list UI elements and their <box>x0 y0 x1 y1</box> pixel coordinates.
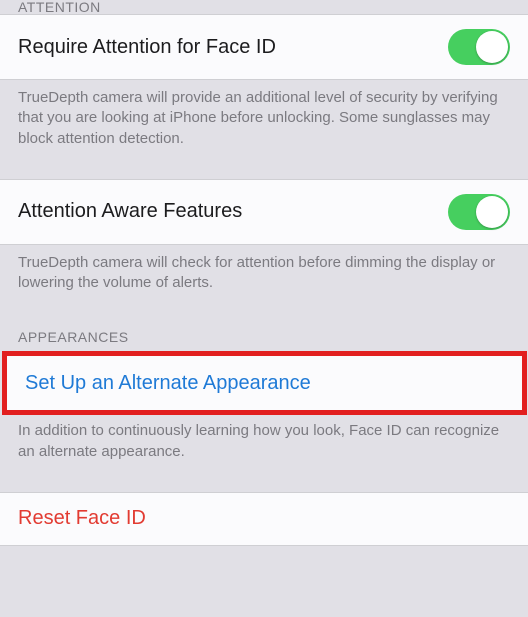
spacer <box>0 546 528 580</box>
section-header-attention: ATTENTION <box>0 0 528 14</box>
row-require-attention[interactable]: Require Attention for Face ID <box>0 14 528 80</box>
toggle-require-attention[interactable] <box>448 29 510 65</box>
row-reset-face-id[interactable]: Reset Face ID <box>0 492 528 546</box>
row-attention-aware[interactable]: Attention Aware Features <box>0 179 528 245</box>
row-alternate-appearance[interactable]: Set Up an Alternate Appearance <box>7 356 522 410</box>
toggle-knob <box>476 31 508 63</box>
row-label: Set Up an Alternate Appearance <box>25 372 311 395</box>
toggle-attention-aware[interactable] <box>448 194 510 230</box>
footer-alternate-appearance: In addition to continuously learning how… <box>0 413 528 470</box>
toggle-knob <box>476 196 508 228</box>
spacer <box>0 157 528 179</box>
footer-attention-aware: TrueDepth camera will check for attentio… <box>0 245 528 302</box>
row-label: Reset Face ID <box>18 507 146 530</box>
spacer <box>0 470 528 492</box>
highlight-annotation: Set Up an Alternate Appearance <box>2 351 527 415</box>
row-label: Attention Aware Features <box>18 200 242 223</box>
row-label: Require Attention for Face ID <box>18 36 276 59</box>
section-header-appearances: APPEARANCES <box>0 323 528 353</box>
spacer <box>0 301 528 323</box>
footer-require-attention: TrueDepth camera will provide an additio… <box>0 80 528 157</box>
